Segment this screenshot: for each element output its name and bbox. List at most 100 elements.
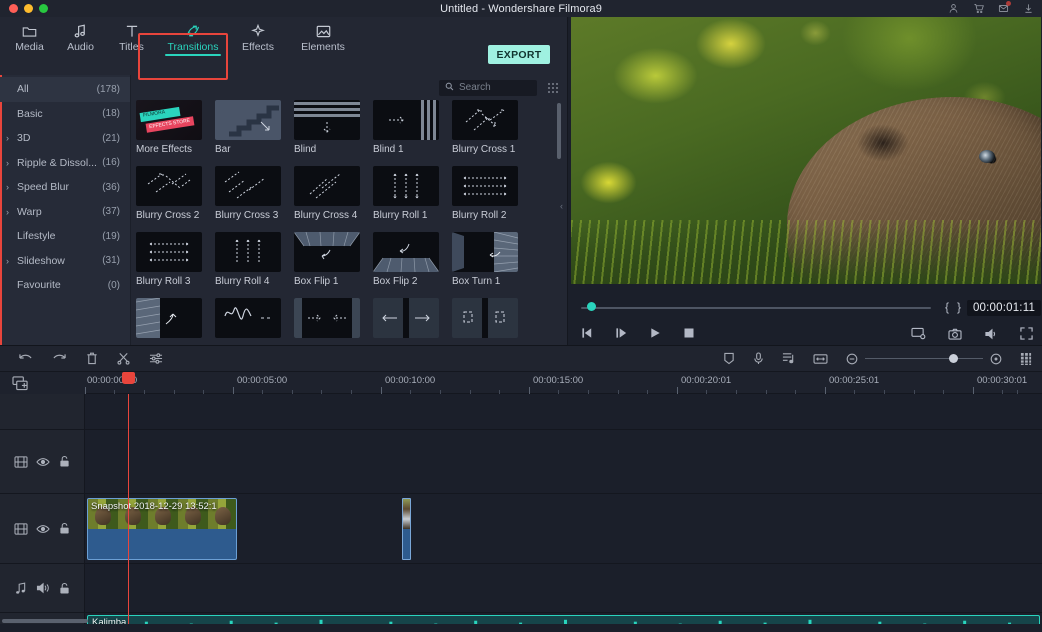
tab-titles[interactable]: Titles <box>106 17 157 58</box>
snapshot-icon[interactable] <box>948 328 962 340</box>
wave-thumbnail <box>215 298 281 338</box>
tab-elements[interactable]: Elements <box>287 17 359 58</box>
download-icon[interactable] <box>1023 3 1034 14</box>
library-scrollbar[interactable] <box>557 103 561 159</box>
tab-effects[interactable]: Effects <box>229 17 287 58</box>
transition-item[interactable]: Blurry Cross 2 <box>136 166 202 221</box>
chevron-right-icon: › <box>6 157 9 168</box>
tab-audio[interactable]: Audio <box>55 17 106 58</box>
blind-thumbnail <box>294 100 360 140</box>
render-button[interactable] <box>1020 352 1032 366</box>
audio-track-2-body[interactable]: Kalimba <box>85 613 1042 624</box>
export-button[interactable]: EXPORT <box>488 45 550 64</box>
transition-item[interactable]: Blurry Cross 3 <box>215 166 281 221</box>
zoom-out-button[interactable] <box>846 353 858 365</box>
timeline-spacer-row <box>0 394 1042 430</box>
transition-item[interactable]: Blind <box>294 100 360 155</box>
category-lifestyle[interactable]: Lifestyle (19) <box>0 224 130 249</box>
video-track-1-body[interactable]: Snapshot 2018-12-29 13:52:1 <box>85 494 1042 563</box>
tab-media[interactable]: Media <box>4 17 55 58</box>
timeline-ruler[interactable]: 00:00:00:00 00:00:05:00 00:00:10:00 00:0… <box>0 372 1042 394</box>
lock-icon[interactable] <box>59 522 70 535</box>
current-timecode[interactable]: 00:00:01:11 <box>967 300 1041 316</box>
display-settings-icon[interactable] <box>911 327 926 340</box>
category-3d[interactable]: › 3D (21) <box>0 126 130 151</box>
grid-view-icon[interactable] <box>547 82 559 94</box>
transition-item[interactable]: Blurry Roll 3 <box>136 232 202 287</box>
video-preview[interactable] <box>571 17 1041 284</box>
transition-item[interactable]: Box Flip 1 <box>294 232 360 287</box>
category-warp[interactable]: › Warp (37) <box>0 200 130 225</box>
split-button[interactable] <box>117 352 130 365</box>
box-turn-2-thumbnail <box>136 298 202 338</box>
lock-icon[interactable] <box>59 582 70 595</box>
transition-item[interactable]: FILMORA EFFECTS STORE More Effects <box>136 100 202 155</box>
zoom-in-button[interactable] <box>990 353 1002 365</box>
category-basic[interactable]: Basic (18) <box>0 102 130 127</box>
tab-transitions[interactable]: Transitions <box>157 17 229 58</box>
transition-item[interactable]: Blurry Roll 4 <box>215 232 281 287</box>
transition-item[interactable]: Blind 1 <box>373 100 439 155</box>
zoom-slider-handle[interactable] <box>949 353 958 363</box>
delete-button[interactable] <box>86 352 98 365</box>
speaker-icon[interactable] <box>36 582 50 594</box>
transition-item[interactable] <box>215 298 281 342</box>
marker-button[interactable] <box>723 352 735 365</box>
eye-icon[interactable] <box>36 457 51 467</box>
category-speed-blur[interactable]: › Speed Blur (36) <box>0 175 130 200</box>
video-clip[interactable]: Snapshot 2018-12-29 13:52:1 <box>87 498 237 560</box>
audio-track-1-body[interactable] <box>85 564 1042 612</box>
mark-out-button[interactable]: } <box>957 300 961 314</box>
mail-icon[interactable] <box>998 1 1011 14</box>
transition-item[interactable]: Bar <box>215 100 281 155</box>
mail-badge <box>1006 1 1011 6</box>
transition-item[interactable] <box>294 298 360 342</box>
account-icon[interactable] <box>948 3 959 14</box>
category-favourite[interactable]: Favourite (0) <box>0 273 130 298</box>
audio-clip[interactable]: Kalimba <box>87 615 1040 624</box>
timeline-horizontal-scrollbar[interactable] <box>2 619 88 623</box>
add-track-icon[interactable] <box>12 376 29 394</box>
video-track-2-body[interactable] <box>85 430 1042 493</box>
mark-in-button[interactable]: { <box>945 300 949 314</box>
category-all[interactable]: All (178) <box>0 77 130 102</box>
play-button[interactable] <box>649 327 662 339</box>
transition-item[interactable] <box>136 298 202 342</box>
transition-item[interactable]: Box Turn 1 <box>452 232 518 287</box>
audio-mixer-button[interactable] <box>782 352 795 365</box>
redo-button[interactable] <box>52 352 67 365</box>
seek-handle[interactable] <box>587 302 596 311</box>
transition-item[interactable]: Blurry Roll 1 <box>373 166 439 221</box>
stop-button[interactable] <box>683 327 695 339</box>
volume-icon[interactable] <box>984 328 998 340</box>
transition-item[interactable]: Box Flip 2 <box>373 232 439 287</box>
next-frame-button[interactable] <box>615 327 628 339</box>
category-ripple-dissolve[interactable]: › Ripple & Dissol... (16) <box>0 151 130 176</box>
category-slideshow[interactable]: › Slideshow (31) <box>0 249 130 274</box>
adjust-button[interactable] <box>149 352 163 365</box>
transitions-grid: FILMORA EFFECTS STORE More Effects Bar B… <box>136 100 551 343</box>
video-clip-narrow[interactable] <box>402 498 411 560</box>
fullscreen-icon[interactable] <box>1020 327 1033 340</box>
sparkle-icon <box>251 23 265 38</box>
category-label: 3D <box>17 132 31 145</box>
eye-icon[interactable] <box>36 524 51 534</box>
transition-item[interactable] <box>452 298 518 342</box>
zoom-slider-track[interactable] <box>865 353 983 363</box>
voiceover-button[interactable] <box>753 352 764 365</box>
transition-item[interactable]: Blurry Roll 2 <box>452 166 518 221</box>
seek-track[interactable] <box>581 307 931 309</box>
transition-item[interactable]: Blurry Cross 4 <box>294 166 360 221</box>
transition-item[interactable]: Blurry Cross 1 <box>452 100 518 155</box>
search-input[interactable]: Search <box>439 79 537 96</box>
fit-timeline-button[interactable] <box>813 353 828 365</box>
cart-icon[interactable] <box>973 3 984 14</box>
lock-icon[interactable] <box>59 455 70 468</box>
panel-resize-handle[interactable]: ‹ <box>560 200 566 212</box>
transition-label: Blurry Roll 4 <box>215 276 270 287</box>
previous-frame-button[interactable] <box>581 327 594 339</box>
category-label: Speed Blur <box>17 181 69 194</box>
undo-button[interactable] <box>18 352 33 365</box>
transition-item[interactable] <box>373 298 439 342</box>
playhead-handle[interactable] <box>122 372 135 384</box>
